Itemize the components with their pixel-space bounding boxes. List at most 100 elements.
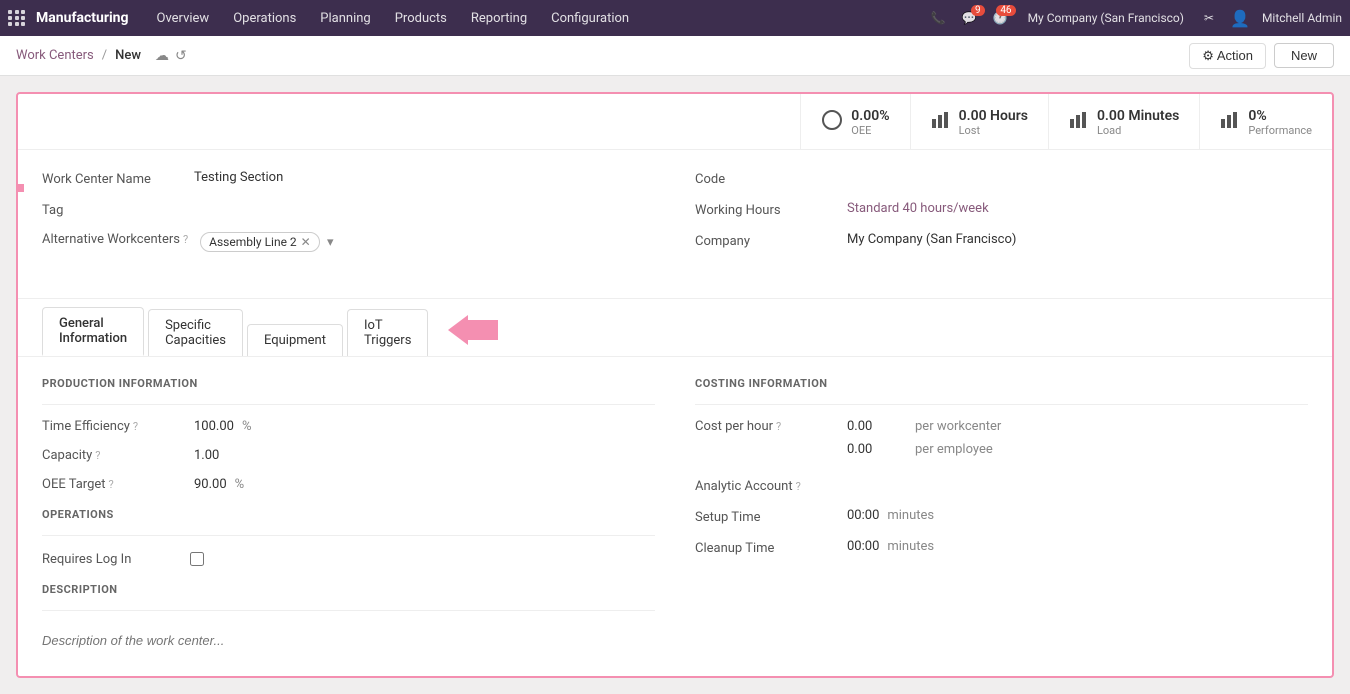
setup-time-unit: minutes [887, 508, 934, 523]
company-row: Company My Company (San Francisco) [695, 232, 1308, 249]
user-icon-btn[interactable]: 👤 [1226, 7, 1254, 30]
stat-oee-value: 0.00% [851, 108, 889, 124]
efficiency-label-text: Time Efficiency [42, 419, 130, 434]
alternative-row: Alternative Workcenters ? Assembly Line … [42, 232, 655, 252]
form-card: 0.00% OEE 0.00 Hours Lost [16, 92, 1334, 678]
efficiency-value[interactable]: 100.00 [194, 419, 234, 434]
phone-icon-btn[interactable]: 📞 [927, 9, 950, 27]
stat-oee-label: OEE [851, 124, 889, 137]
stat-lost-values: 0.00 Hours Lost [959, 108, 1028, 137]
tab-arrow-indicator [448, 315, 498, 349]
nav-configuration[interactable]: Configuration [539, 0, 641, 36]
setup-time-row: Setup Time 00:00 minutes [695, 508, 1308, 525]
breadcrumb-actions: ⚙ Action New [1189, 43, 1334, 69]
stat-load[interactable]: 0.00 Minutes Load [1048, 94, 1199, 150]
clock-icon-btn[interactable]: 🕐 46 [989, 9, 1012, 27]
cleanup-time-value-wrapper: 00:00 minutes [847, 539, 1308, 554]
tab-specific[interactable]: Specific Capacities [148, 309, 243, 356]
tabs-wrapper: General Information Specific Capacities … [18, 298, 1332, 356]
nav-overview[interactable]: Overview [145, 0, 222, 36]
operations-section: OPERATIONS Requires Log In [42, 508, 655, 567]
capacity-value[interactable]: 1.00 [194, 448, 655, 463]
costing-divider [695, 404, 1308, 405]
tab-general[interactable]: General Information [42, 307, 144, 356]
company-label: My Company (San Francisco) [1028, 11, 1184, 25]
analytic-help-icon[interactable]: ? [796, 480, 801, 493]
tabs: General Information Specific Capacities … [42, 307, 432, 356]
stat-performance[interactable]: 0% Performance [1199, 94, 1332, 150]
chat-icon-btn[interactable]: 💬 9 [958, 9, 981, 27]
efficiency-help-icon[interactable]: ? [133, 420, 138, 433]
cleanup-time-unit: minutes [887, 539, 934, 554]
nav-operations[interactable]: Operations [221, 0, 308, 36]
breadcrumb-parent[interactable]: Work Centers [16, 48, 94, 63]
refresh-icon[interactable]: ↺ [175, 48, 187, 64]
breadcrumb-separator: / [102, 48, 107, 63]
stat-perf-value: 0% [1248, 108, 1312, 124]
cost-hour-label: Cost per hour ? [695, 419, 835, 434]
stat-oee[interactable]: 0.00% OEE [800, 94, 909, 150]
capacity-label-text: Capacity [42, 448, 92, 463]
alternative-tag-remove[interactable]: ✕ [301, 235, 311, 249]
stat-oee-values: 0.00% OEE [851, 108, 889, 137]
pink-marker [16, 184, 24, 192]
cost-hour-row: Cost per hour ? 0.00 per workcenter 0.00… [695, 419, 1308, 465]
stat-perf-label: Performance [1248, 124, 1312, 137]
alternative-help-icon[interactable]: ? [183, 233, 188, 246]
pie-chart-icon [821, 109, 843, 136]
oee-help-icon[interactable]: ? [109, 478, 114, 491]
cost-employee-value[interactable]: 0.00 [847, 442, 907, 457]
alternative-label: Alternative Workcenters ? [42, 232, 188, 247]
stats-row: 0.00% OEE 0.00 Hours Lost [18, 94, 1332, 150]
requires-log-checkbox[interactable] [190, 552, 204, 566]
cost-hour-unit: per workcenter [915, 419, 1001, 434]
cost-hour-label-text: Cost per hour [695, 419, 773, 434]
capacity-help-icon[interactable]: ? [95, 449, 100, 462]
alternative-value: Assembly Line 2 ✕ ▾ [200, 232, 655, 252]
cost-hour-value[interactable]: 0.00 [847, 419, 907, 434]
settings-icon-btn[interactable]: ✂ [1200, 9, 1218, 27]
cleanup-time-value[interactable]: 00:00 [847, 539, 879, 554]
analytic-label-text: Analytic Account [695, 479, 793, 494]
action-button[interactable]: ⚙ Action [1189, 43, 1266, 69]
oee-label: OEE Target ? [42, 477, 182, 492]
company-field-label: Company [695, 232, 835, 249]
stat-lost-value: 0.00 Hours [959, 108, 1028, 124]
cleanup-time-label: Cleanup Time [695, 539, 835, 556]
nav-reporting[interactable]: Reporting [459, 0, 539, 36]
nav-products[interactable]: Products [383, 0, 459, 36]
nav-planning[interactable]: Planning [308, 0, 382, 36]
tag-label: Tag [42, 201, 182, 218]
two-col-section: PRODUCTION INFORMATION Time Efficiency ?… [42, 377, 1308, 656]
setup-time-value[interactable]: 00:00 [847, 508, 879, 523]
analytic-row: Analytic Account ? [695, 479, 1308, 494]
code-row: Code [695, 170, 1308, 187]
alternative-tag-chip: Assembly Line 2 ✕ [200, 232, 320, 252]
efficiency-label: Time Efficiency ? [42, 419, 182, 434]
requires-log-row: Requires Log In [42, 550, 655, 567]
description-input[interactable] [42, 625, 655, 656]
tab-equipment[interactable]: Equipment [247, 324, 343, 356]
alternative-dropdown-icon[interactable]: ▾ [327, 235, 334, 250]
stat-load-value: 0.00 Minutes [1097, 108, 1179, 124]
company-field-value[interactable]: My Company (San Francisco) [847, 232, 1308, 247]
work-center-name-value[interactable]: Testing Section [194, 170, 655, 185]
alternative-tag-text: Assembly Line 2 [209, 235, 297, 249]
working-hours-value[interactable]: Standard 40 hours/week [847, 201, 1308, 216]
stat-lost[interactable]: 0.00 Hours Lost [910, 94, 1048, 150]
cost-per-workcenter-row: 0.00 per workcenter [847, 419, 1308, 434]
breadcrumb-current: New [115, 48, 141, 63]
production-section-title: PRODUCTION INFORMATION [42, 377, 655, 390]
nav-right: 📞 💬 9 🕐 46 My Company (San Francisco) ✂ … [927, 7, 1342, 30]
app-brand[interactable]: Manufacturing [36, 10, 129, 26]
work-center-name-row: Work Center Name Testing Section [42, 170, 655, 187]
capacity-row: Capacity ? 1.00 [42, 448, 655, 463]
chat-badge: 9 [971, 5, 985, 16]
oee-value[interactable]: 90.00 [194, 477, 227, 492]
new-button[interactable]: New [1274, 43, 1334, 68]
app-grid-icon[interactable] [8, 10, 26, 26]
tab-iot[interactable]: IoT Triggers [347, 309, 428, 356]
bar-chart-perf-icon [1220, 111, 1240, 134]
cloud-icon[interactable]: ☁ [155, 48, 169, 64]
cost-hour-help-icon[interactable]: ? [776, 420, 781, 433]
